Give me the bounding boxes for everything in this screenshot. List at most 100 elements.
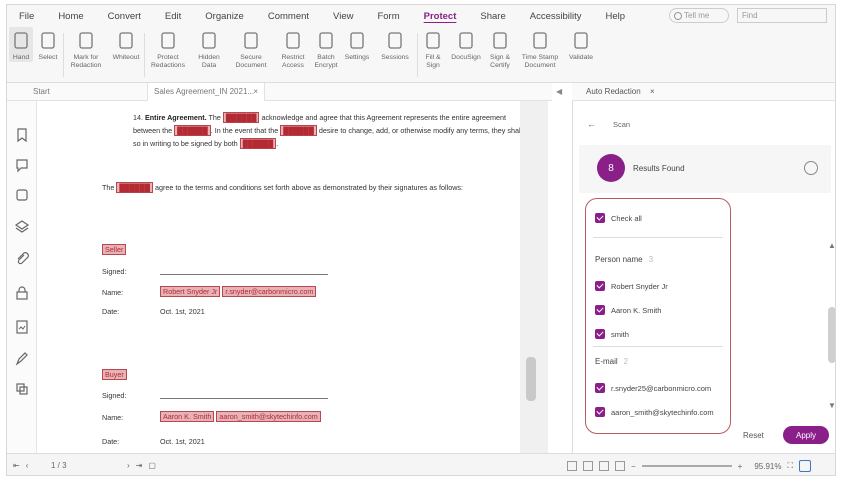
continuous-page-icon[interactable]: [583, 461, 593, 471]
menu-protect[interactable]: Protect: [412, 11, 469, 22]
zoom-in-icon[interactable]: +: [738, 462, 743, 471]
page-indicator[interactable]: 1 / 3: [51, 461, 67, 470]
redaction-mark[interactable]: r.snyder@carbonmicro.com: [222, 286, 317, 297]
page-view-icon[interactable]: ▢: [148, 461, 156, 470]
menu-convert[interactable]: Convert: [96, 11, 153, 22]
tab-start[interactable]: Start: [33, 87, 50, 96]
menu-help[interactable]: Help: [593, 11, 637, 22]
tab-document[interactable]: Sales Agreement_IN 2021... ×: [147, 83, 265, 101]
reset-button[interactable]: Reset: [743, 431, 764, 440]
result-item[interactable]: smith: [595, 329, 629, 339]
first-page-icon[interactable]: ⇤: [13, 461, 20, 470]
pane-scrollbar[interactable]: ▲ ▼: [828, 241, 835, 411]
close-tab-icon[interactable]: ×: [253, 87, 258, 96]
checkbox-checked-icon[interactable]: [595, 407, 605, 417]
protect-redactions-tool[interactable]: Protect Redactions: [145, 27, 191, 70]
redaction-mark[interactable]: ██████: [280, 125, 317, 136]
comment-icon[interactable]: [14, 157, 30, 173]
hidden-data-tool[interactable]: Hidden Data: [191, 27, 227, 70]
fit-page-icon[interactable]: ⛶: [787, 461, 793, 471]
hand-tool[interactable]: Hand: [9, 27, 33, 62]
batch-encrypt-tool[interactable]: Batch Encrypt: [311, 27, 341, 70]
layers-icon[interactable]: [14, 219, 30, 235]
prev-page-icon[interactable]: ‹: [26, 461, 29, 470]
redaction-mark[interactable]: aaron_smith@skytechinfo.com: [216, 411, 321, 422]
buyer-heading[interactable]: Buyer: [102, 369, 127, 380]
checkbox-checked-icon[interactable]: [595, 281, 605, 291]
sessions-tool[interactable]: Sessions: [373, 27, 417, 62]
facing-continuous-icon[interactable]: [615, 461, 625, 471]
destinations-icon[interactable]: [14, 381, 30, 397]
secure-document-icon: [244, 32, 258, 49]
checkbox-checked-icon[interactable]: [595, 383, 605, 393]
secure-document-tool[interactable]: Secure Document: [227, 27, 275, 70]
toolbar-label: Batch Encrypt: [314, 54, 338, 69]
checkbox-checked-icon[interactable]: [595, 329, 605, 339]
time-stamp-tool[interactable]: Time Stamp Document: [516, 27, 564, 70]
pane-scroll-thumb[interactable]: [828, 307, 835, 363]
document-scroll-thumb[interactable]: [526, 357, 536, 401]
redaction-mark[interactable]: Aaron K. Smith: [160, 411, 215, 422]
fullscreen-icon[interactable]: [799, 460, 812, 472]
checkbox-checked-icon[interactable]: [595, 305, 605, 315]
facing-page-icon[interactable]: [599, 461, 609, 471]
whiteout-tool[interactable]: Whiteout: [108, 27, 144, 62]
menu-organize[interactable]: Organize: [193, 11, 256, 22]
redaction-mark[interactable]: ██████: [222, 112, 260, 123]
menu-share[interactable]: Share: [468, 11, 517, 22]
collapse-arrow-icon[interactable]: ◀: [556, 87, 562, 96]
redaction-mark[interactable]: ██████: [239, 138, 277, 149]
back-arrow-icon[interactable]: ←: [587, 119, 596, 129]
result-item[interactable]: Aaron K. Smith: [595, 305, 661, 315]
refresh-icon[interactable]: [804, 161, 818, 175]
apply-button[interactable]: Apply: [783, 426, 829, 444]
menu-comment[interactable]: Comment: [256, 11, 321, 22]
select-tool[interactable]: Select: [33, 27, 63, 62]
pen-icon[interactable]: [14, 351, 30, 367]
checkbox-checked-icon[interactable]: [595, 213, 605, 223]
zoom-out-icon[interactable]: −: [631, 462, 636, 471]
security-icon[interactable]: [14, 285, 30, 301]
redaction-mark[interactable]: ██████: [174, 125, 211, 136]
zoom-level[interactable]: 95.91%: [754, 462, 781, 471]
result-item[interactable]: Robert Snyder Jr: [595, 281, 668, 291]
menu-home[interactable]: Home: [46, 11, 95, 22]
protect-redactions-icon: [161, 32, 175, 49]
validate-tool[interactable]: Validate: [564, 27, 598, 62]
scroll-up-icon[interactable]: ▲: [828, 241, 835, 250]
redaction-mark[interactable]: Robert Snyder Jr: [160, 286, 221, 297]
pane-title[interactable]: Auto Redaction: [586, 87, 641, 96]
menu-view[interactable]: View: [321, 11, 365, 22]
find-input[interactable]: Find: [737, 8, 827, 23]
left-navigation-rail: [7, 101, 37, 453]
result-item[interactable]: aaron_smith@skytechinfo.com: [595, 407, 714, 417]
thumbnails-icon[interactable]: [14, 187, 30, 203]
seller-heading[interactable]: Seller: [102, 244, 127, 255]
settings-tool[interactable]: Settings: [341, 27, 373, 62]
toolbar-label: Secure Document: [235, 54, 267, 69]
restrict-access-tool[interactable]: Restrict Access: [275, 27, 311, 70]
check-all-checkbox[interactable]: Check all: [595, 213, 642, 223]
menu-file[interactable]: File: [7, 11, 46, 22]
docusign-tool[interactable]: DocuSign: [448, 27, 484, 62]
next-page-icon[interactable]: ›: [127, 461, 130, 470]
tell-me-search[interactable]: Tell me: [669, 8, 729, 23]
fill-sign-tool[interactable]: Fill & Sign: [418, 27, 448, 70]
redaction-mark[interactable]: ██████: [116, 182, 153, 193]
zoom-slider[interactable]: [641, 465, 732, 467]
menu-edit[interactable]: Edit: [153, 11, 193, 22]
last-page-icon[interactable]: ⇥: [136, 461, 143, 470]
attachment-icon[interactable]: [14, 251, 30, 267]
menu-accessibility[interactable]: Accessibility: [518, 11, 594, 22]
menu-form[interactable]: Form: [365, 11, 411, 22]
result-item[interactable]: r.snyder25@carbonmicro.com: [595, 383, 711, 393]
single-page-icon[interactable]: [567, 461, 577, 471]
sign-certify-tool[interactable]: Sign & Certify: [484, 27, 516, 70]
mark-redaction-tool[interactable]: Mark for Redaction: [64, 27, 108, 70]
signature-panel-icon[interactable]: [14, 319, 30, 335]
toolbar-label: Time Stamp Document: [521, 54, 559, 69]
document-scrollbar[interactable]: [520, 101, 548, 453]
scroll-down-icon[interactable]: ▼: [828, 401, 835, 410]
bookmark-icon[interactable]: [14, 127, 30, 143]
close-pane-icon[interactable]: ×: [650, 87, 655, 96]
